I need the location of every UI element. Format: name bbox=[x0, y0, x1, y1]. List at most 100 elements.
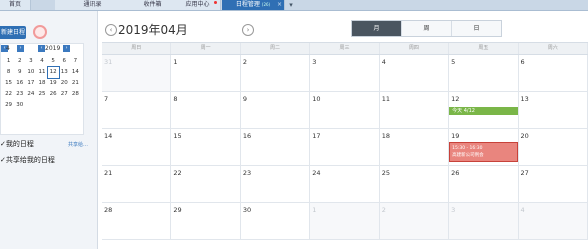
new-schedule-button[interactable]: 新建日程 bbox=[0, 26, 26, 39]
refresh-icon[interactable] bbox=[33, 25, 47, 39]
day-number: 24 bbox=[312, 169, 321, 177]
day-cell[interactable]: 26 bbox=[449, 166, 519, 202]
mini-day[interactable]: 25 bbox=[36, 89, 47, 100]
mini-day[interactable]: 30 bbox=[14, 100, 25, 111]
day-cell[interactable]: 12 今天 4/12 bbox=[449, 92, 519, 128]
day-cell[interactable]: 2 bbox=[240, 55, 311, 91]
mini-day[interactable]: 2 bbox=[14, 56, 25, 67]
shared-schedule-label[interactable]: ✓共享给我的日程 bbox=[0, 155, 55, 165]
mini-day[interactable]: 7 bbox=[70, 56, 81, 67]
mini-day[interactable]: 1 bbox=[3, 56, 14, 67]
day-cell[interactable]: 4 bbox=[379, 55, 450, 91]
view-month-button[interactable]: 月 bbox=[352, 21, 402, 36]
day-cell[interactable]: 31 bbox=[102, 55, 172, 91]
tab-contacts[interactable]: 通讯录 bbox=[55, 0, 131, 10]
prev-year-icon[interactable]: ‹ bbox=[38, 45, 45, 52]
day-cell[interactable]: 19 15:30 - 16:30 高建新公司例会 bbox=[449, 129, 519, 165]
day-cell[interactable]: 2 bbox=[379, 203, 450, 239]
day-number: 26 bbox=[451, 169, 460, 177]
day-cell[interactable]: 1 bbox=[310, 203, 380, 239]
mini-day[interactable]: 6 bbox=[59, 56, 70, 67]
day-cell[interactable]: 16 bbox=[240, 129, 311, 165]
mini-day[interactable]: 20 bbox=[59, 78, 70, 89]
mini-day[interactable]: 21 bbox=[70, 78, 81, 89]
day-cell[interactable]: 20 bbox=[518, 129, 588, 165]
day-number: 31 bbox=[104, 58, 113, 66]
day-cell[interactable]: 10 bbox=[310, 92, 380, 128]
mini-year[interactable]: 2019 bbox=[45, 44, 60, 54]
mini-day[interactable]: 10 bbox=[25, 67, 36, 78]
mini-day[interactable]: 13 bbox=[59, 67, 70, 78]
mini-week-row: 29 30 bbox=[3, 100, 81, 111]
mini-day[interactable]: 19 bbox=[48, 78, 59, 89]
day-cell[interactable]: 5 bbox=[449, 55, 519, 91]
day-cell[interactable]: 8 bbox=[171, 92, 241, 128]
tab-app-center[interactable]: 应用中心 bbox=[175, 0, 221, 10]
day-cell[interactable]: 28 bbox=[102, 203, 172, 239]
mini-day[interactable]: 23 bbox=[14, 89, 25, 100]
day-number: 1 bbox=[173, 58, 178, 66]
mini-day[interactable]: 17 bbox=[25, 78, 36, 89]
day-number: 28 bbox=[104, 206, 113, 214]
day-cell[interactable]: 29 bbox=[171, 203, 241, 239]
day-cell[interactable]: 23 bbox=[240, 166, 311, 202]
mini-day[interactable]: 26 bbox=[48, 89, 59, 100]
day-number: 25 bbox=[381, 169, 390, 177]
mini-day[interactable]: 29 bbox=[3, 100, 14, 111]
mini-day[interactable]: 9 bbox=[14, 67, 25, 78]
mini-month[interactable]: 4 bbox=[6, 44, 10, 54]
mini-day[interactable]: 14 bbox=[70, 67, 81, 78]
month-grid: 周日 周一 周二 周三 周四 周五 周六 31 1 2 3 4 5 6 7 8 9 10 11 12 今天 4/12 1… bbox=[102, 42, 588, 249]
day-cell[interactable]: 1 bbox=[171, 55, 241, 91]
my-schedule-label[interactable]: ✓我的日程 bbox=[0, 139, 34, 149]
mini-day[interactable]: 27 bbox=[59, 89, 70, 100]
mini-day[interactable]: 3 bbox=[25, 56, 36, 67]
mini-day[interactable]: 28 bbox=[70, 89, 81, 100]
mini-day[interactable]: 22 bbox=[3, 89, 14, 100]
day-cell[interactable]: 22 bbox=[171, 166, 241, 202]
mini-day[interactable]: 8 bbox=[3, 67, 14, 78]
day-cell[interactable]: 14 bbox=[102, 129, 172, 165]
mini-day[interactable]: 12 bbox=[46, 66, 60, 79]
day-cell[interactable]: 11 bbox=[379, 92, 450, 128]
mini-day[interactable]: 5 bbox=[48, 56, 59, 67]
day-cell[interactable]: 13 bbox=[518, 92, 588, 128]
day-cell[interactable]: 18 bbox=[379, 129, 450, 165]
mini-calendar: ‹ 4 › ‹ 2019 › 1 2 3 4 5 6 7 8 9 10 11 12 13 14 15 16 17… bbox=[0, 43, 84, 135]
next-year-icon[interactable]: › bbox=[63, 45, 70, 52]
next-month-icon[interactable]: › bbox=[17, 45, 24, 52]
close-tab-icon[interactable]: × bbox=[277, 0, 282, 10]
prev-month-button[interactable]: ‹ bbox=[105, 24, 117, 36]
mini-day[interactable]: 16 bbox=[14, 78, 25, 89]
tab-dropdown-icon[interactable]: ▾ bbox=[286, 0, 296, 10]
mini-day[interactable]: 18 bbox=[36, 78, 47, 89]
tab-inbox[interactable]: 收件箱 bbox=[130, 0, 176, 10]
view-week-button[interactable]: 周 bbox=[402, 21, 452, 36]
mini-day[interactable]: 4 bbox=[36, 56, 47, 67]
event-today-bar[interactable]: 今天 4/12 bbox=[449, 107, 518, 115]
day-cell[interactable]: 27 bbox=[518, 166, 588, 202]
day-cell[interactable]: 25 bbox=[379, 166, 450, 202]
day-cell[interactable]: 17 bbox=[310, 129, 380, 165]
day-cell[interactable]: 7 bbox=[102, 92, 172, 128]
mini-day[interactable]: 24 bbox=[25, 89, 36, 100]
share-link[interactable]: 共享给… bbox=[68, 141, 88, 148]
view-day-button[interactable]: 日 bbox=[452, 21, 501, 36]
tab-home[interactable]: 首页 bbox=[0, 0, 31, 10]
mini-day bbox=[25, 100, 36, 111]
day-number: 23 bbox=[242, 169, 252, 177]
next-month-button[interactable]: › bbox=[242, 24, 254, 36]
mini-day[interactable]: 15 bbox=[3, 78, 14, 89]
day-cell[interactable]: 6 bbox=[518, 55, 588, 91]
day-cell[interactable]: 3 bbox=[449, 203, 519, 239]
day-cell[interactable]: 9 bbox=[240, 92, 311, 128]
day-cell[interactable]: 4 bbox=[518, 203, 588, 239]
tab-schedule[interactable]: 日程管理 (26) × bbox=[222, 0, 285, 10]
day-cell[interactable]: 24 bbox=[310, 166, 380, 202]
day-cell[interactable]: 3 bbox=[310, 55, 380, 91]
day-cell[interactable]: 15 bbox=[171, 129, 241, 165]
day-cell[interactable]: 30 bbox=[240, 203, 311, 239]
event-card[interactable]: 15:30 - 16:30 高建新公司例会 bbox=[449, 142, 518, 162]
mini-day[interactable]: 11 bbox=[36, 67, 47, 78]
day-cell[interactable]: 21 bbox=[102, 166, 172, 202]
